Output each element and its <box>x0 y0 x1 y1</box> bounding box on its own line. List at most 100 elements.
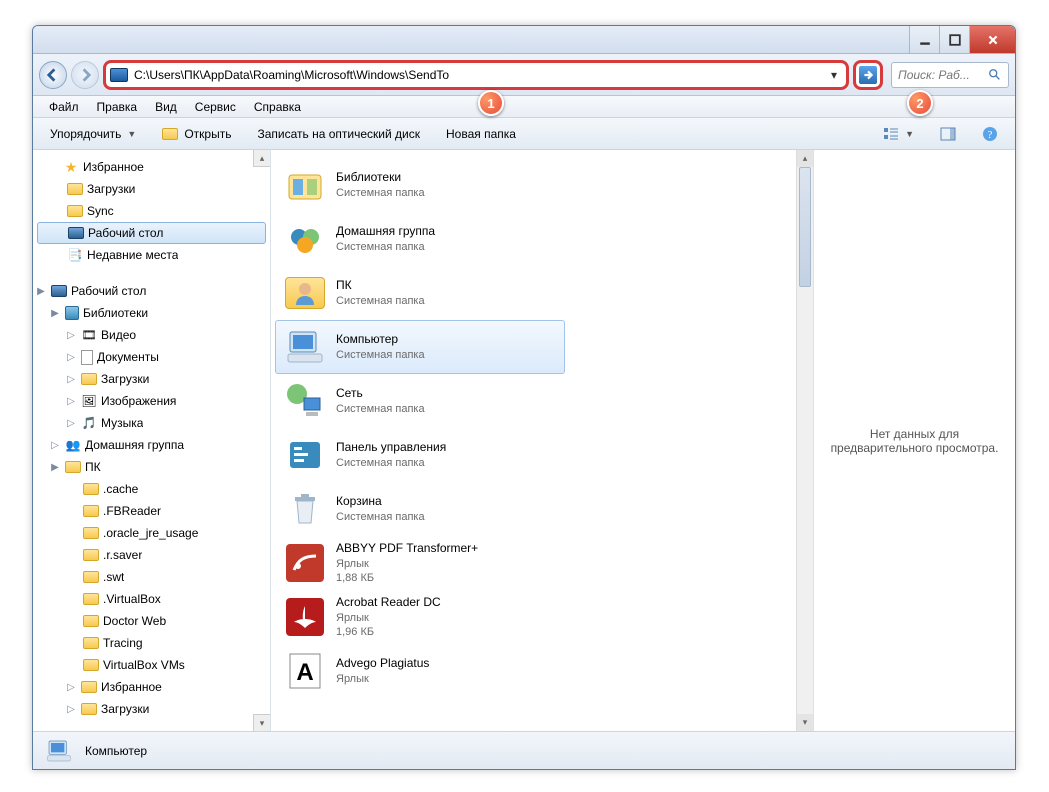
folder-icon <box>81 681 97 693</box>
navigation-pane[interactable]: ▴ ★Избранное Загрузки Sync Рабочий стол … <box>33 150 271 731</box>
tree-drweb[interactable]: Doctor Web <box>33 610 270 632</box>
status-label: Компьютер <box>85 744 147 758</box>
preview-empty-text: Нет данных для предварительного просмотр… <box>822 427 1007 455</box>
folder-icon <box>162 128 178 140</box>
menu-file[interactable]: Файл <box>41 98 87 116</box>
menu-service[interactable]: Сервис <box>187 98 244 116</box>
burn-button[interactable]: Записать на оптический диск <box>246 122 431 146</box>
callout-1: 1 <box>478 90 504 116</box>
status-bar: Компьютер <box>33 731 1015 769</box>
scroll-down-icon[interactable]: ▾ <box>797 714 813 731</box>
tree-libraries[interactable]: ▶Библиотеки <box>33 302 270 324</box>
status-computer-icon <box>43 737 75 765</box>
tree-images[interactable]: ▷🖼Изображения <box>33 390 270 412</box>
organize-button[interactable]: Упорядочить▼ <box>39 122 147 146</box>
tree-favorites[interactable]: ★Избранное <box>33 156 270 178</box>
scroll-up-icon[interactable]: ▴ <box>797 150 813 167</box>
tree-downloads3[interactable]: ▷Загрузки <box>33 698 270 720</box>
menubar: Файл Правка Вид Сервис Справка <box>33 96 1015 118</box>
tree-swt[interactable]: .swt <box>33 566 270 588</box>
tree-recent[interactable]: 📑Недавние места <box>33 244 270 266</box>
nav-scroll-up[interactable]: ▴ <box>253 150 270 167</box>
user-folder-icon <box>284 272 326 314</box>
tree-desktop[interactable]: Рабочий стол <box>37 222 266 244</box>
item-abbyy[interactable]: ABBYY PDF Transformer+Ярлык1,88 КБ <box>275 536 565 590</box>
folder-icon <box>83 505 99 517</box>
search-box[interactable]: Поиск: Раб... <box>891 62 1009 88</box>
scroll-thumb[interactable] <box>799 167 811 287</box>
menu-help[interactable]: Справка <box>246 98 309 116</box>
tree-pk[interactable]: ▶ПК <box>33 456 270 478</box>
search-placeholder: Поиск: Раб... <box>898 68 988 82</box>
tree-documents[interactable]: ▷Документы <box>33 346 270 368</box>
nav-scroll-down[interactable]: ▾ <box>253 714 270 731</box>
item-homegroup[interactable]: Домашняя группаСистемная папка <box>275 212 565 266</box>
tree-rsaver[interactable]: .r.saver <box>33 544 270 566</box>
callout-2: 2 <box>907 90 933 116</box>
libraries-icon <box>284 164 326 206</box>
doc-icon <box>81 350 93 365</box>
address-bar[interactable]: ▾ <box>103 60 849 90</box>
item-pk[interactable]: ПКСистемная папка <box>275 266 565 320</box>
tree-desktop-root[interactable]: ▶Рабочий стол <box>33 280 270 302</box>
tree-homegroup[interactable]: ▷👥Домашняя группа <box>33 434 270 456</box>
maximize-button[interactable] <box>939 26 969 53</box>
preview-pane-button[interactable] <box>929 121 967 147</box>
tree-sync[interactable]: Sync <box>33 200 270 222</box>
help-button[interactable]: ? <box>971 121 1009 147</box>
folder-icon <box>83 527 99 539</box>
homegroup-icon: 👥 <box>65 437 81 453</box>
help-icon: ? <box>982 126 998 142</box>
item-recycle-bin[interactable]: КорзинаСистемная папка <box>275 482 565 536</box>
tree-cache[interactable]: .cache <box>33 478 270 500</box>
go-button[interactable] <box>853 60 883 90</box>
view-options-button[interactable]: ▼ <box>872 121 925 147</box>
computer-icon <box>284 326 326 368</box>
pane-icon <box>940 126 956 142</box>
open-button[interactable]: Открыть <box>151 122 242 146</box>
item-libraries[interactable]: БиблиотекиСистемная папка <box>275 158 565 212</box>
search-icon <box>988 68 1002 82</box>
tree-video[interactable]: ▷🎞Видео <box>33 324 270 346</box>
menu-edit[interactable]: Правка <box>89 98 146 116</box>
video-icon: 🎞 <box>81 327 97 343</box>
navigation-row: ▾ Поиск: Раб... 1 2 <box>33 54 1015 96</box>
star-icon: ★ <box>63 159 79 175</box>
tree-music[interactable]: ▷🎵Музыка <box>33 412 270 434</box>
back-button[interactable] <box>39 61 67 89</box>
folder-icon <box>83 659 99 671</box>
address-input[interactable] <box>134 64 826 86</box>
menu-view[interactable]: Вид <box>147 98 185 116</box>
control-panel-icon <box>284 434 326 476</box>
advego-icon: A <box>284 650 326 692</box>
toolbar: Упорядочить▼ Открыть Записать на оптичес… <box>33 118 1015 150</box>
forward-button[interactable] <box>71 61 99 89</box>
item-network[interactable]: СетьСистемная папка <box>275 374 565 428</box>
tree-downloads[interactable]: Загрузки <box>33 178 270 200</box>
newfolder-button[interactable]: Новая папка <box>435 122 527 146</box>
address-dropdown-icon[interactable]: ▾ <box>826 68 842 82</box>
item-computer[interactable]: КомпьютерСистемная папка <box>275 320 565 374</box>
tree-oracle[interactable]: .oracle_jre_usage <box>33 522 270 544</box>
folder-icon <box>83 593 99 605</box>
close-button[interactable] <box>969 26 1015 53</box>
libraries-icon <box>65 306 79 320</box>
abbyy-icon <box>284 542 326 584</box>
tree-favorites2[interactable]: ▷Избранное <box>33 676 270 698</box>
tree-vboxvms[interactable]: VirtualBox VMs <box>33 654 270 676</box>
svg-text:A: A <box>296 659 313 686</box>
content-pane[interactable]: БиблиотекиСистемная папка Домашняя групп… <box>271 150 813 731</box>
music-icon: 🎵 <box>81 415 97 431</box>
tree-virtualbox[interactable]: .VirtualBox <box>33 588 270 610</box>
tree-tracing[interactable]: Tracing <box>33 632 270 654</box>
tree-downloads2[interactable]: ▷Загрузки <box>33 368 270 390</box>
item-acrobat[interactable]: Acrobat Reader DCЯрлык1,96 КБ <box>275 590 565 644</box>
folder-icon <box>81 703 97 715</box>
item-advego[interactable]: A Advego PlagiatusЯрлык <box>275 644 565 698</box>
homegroup-icon <box>284 218 326 260</box>
folder-icon <box>83 637 99 649</box>
content-scrollbar[interactable]: ▴ ▾ <box>796 150 813 731</box>
tree-fbreader[interactable]: .FBReader <box>33 500 270 522</box>
item-control-panel[interactable]: Панель управленияСистемная папка <box>275 428 565 482</box>
minimize-button[interactable] <box>909 26 939 53</box>
